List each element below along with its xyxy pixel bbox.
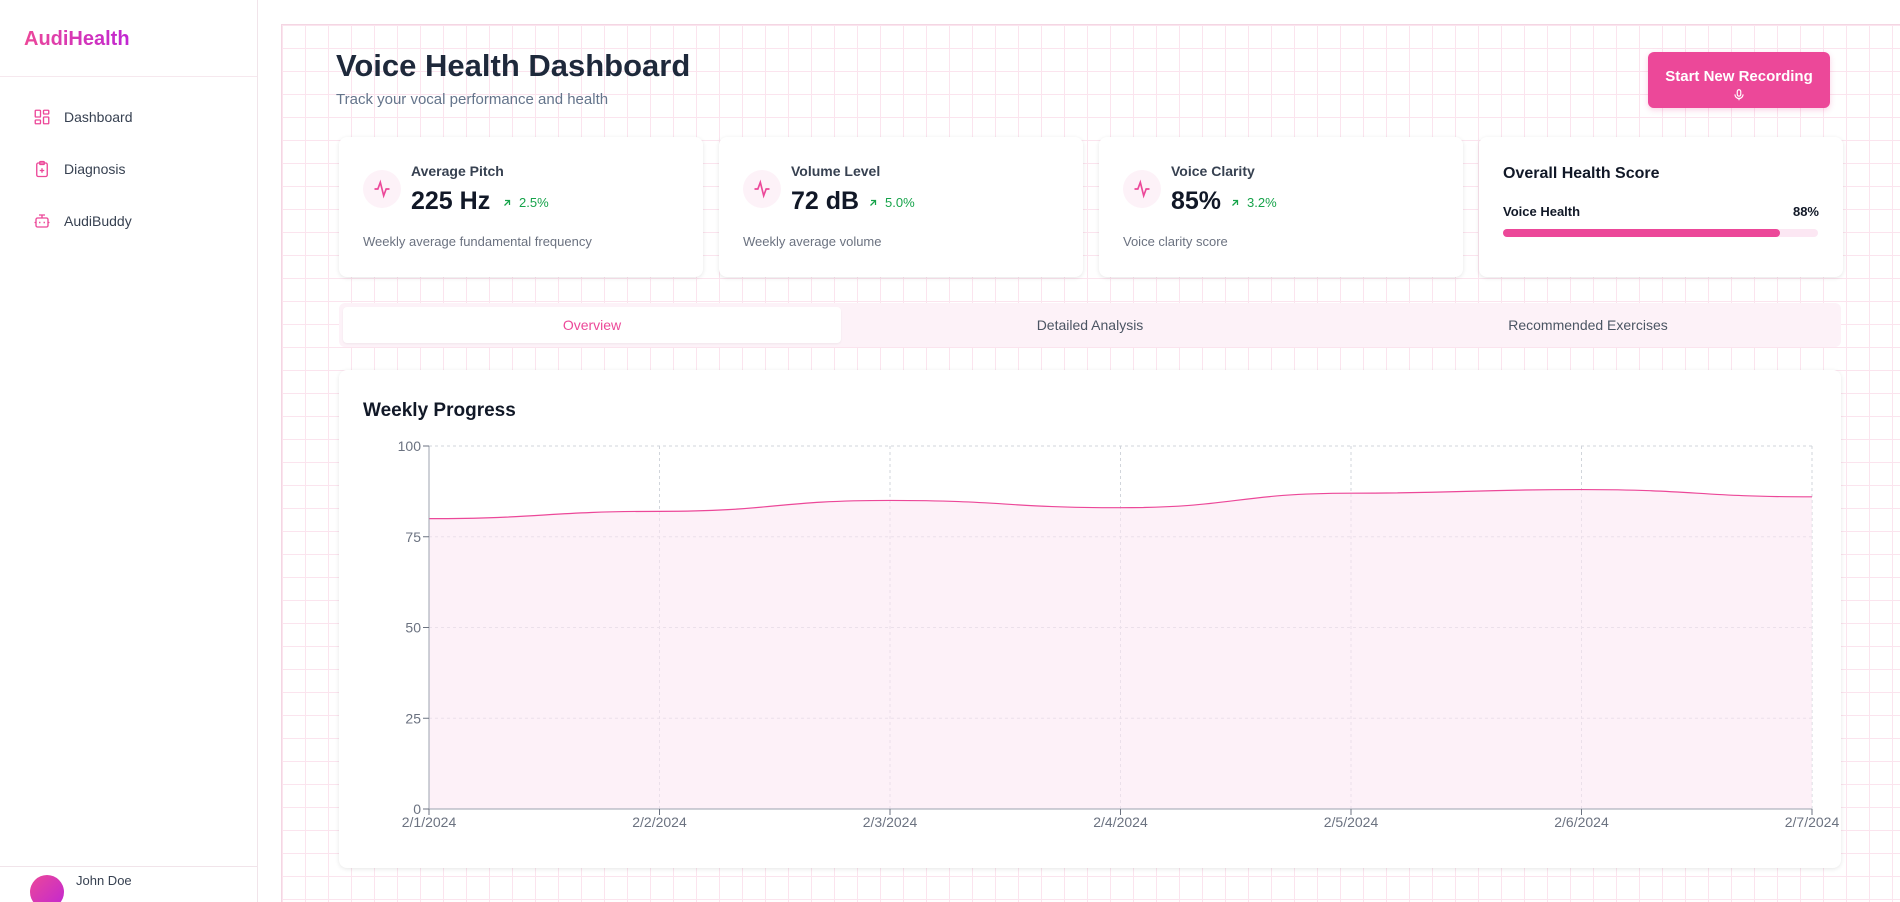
bot-icon — [33, 212, 51, 230]
start-recording-label: Start New Recording — [1665, 68, 1813, 85]
health-percent: 88% — [1792, 204, 1819, 219]
stat-description: Weekly average volume — [743, 234, 882, 249]
x-tick-label: 2/1/2024 — [402, 814, 457, 830]
sidebar-item-label: Diagnosis — [64, 161, 126, 177]
stat-label: Voice Clarity — [1171, 163, 1255, 179]
tab-overview[interactable]: Overview — [343, 307, 841, 343]
y-tick-label: 100 — [398, 438, 422, 454]
stat-label: Average Pitch — [411, 163, 504, 179]
y-tick-label: 75 — [405, 529, 421, 545]
sidebar-item-dashboard[interactable]: Dashboard — [0, 91, 257, 143]
dashboard-grid-icon — [33, 108, 51, 126]
activity-icon — [363, 170, 401, 208]
clipboard-plus-icon — [33, 160, 51, 178]
x-tick-label: 2/5/2024 — [1324, 814, 1379, 830]
tab-bar: Overview Detailed Analysis Recommended E… — [339, 303, 1841, 347]
trend-up-icon — [870, 199, 877, 206]
stat-label: Volume Level — [791, 163, 881, 179]
mic-icon — [1734, 89, 1744, 101]
start-recording-button[interactable]: Start New Recording — [1648, 52, 1830, 108]
sidebar-item-label: AudiBuddy — [64, 213, 132, 229]
stat-change-value: 2.5% — [519, 195, 549, 210]
stat-value: 225 Hz — [411, 187, 491, 215]
stat-card-volume: Volume Level 72 dB 5.0% Weekly average v… — [719, 137, 1083, 277]
x-tick-label: 2/6/2024 — [1554, 814, 1609, 830]
stat-change-value: 5.0% — [885, 195, 915, 210]
sidebar-item-label: Dashboard — [64, 109, 133, 125]
user-name: John Doe — [76, 873, 132, 888]
x-tick-label: 2/3/2024 — [863, 814, 918, 830]
x-tick-label: 2/2/2024 — [632, 814, 687, 830]
sidebar-item-audibuddy[interactable]: AudiBuddy — [0, 195, 257, 247]
x-tick-label: 2/7/2024 — [1785, 814, 1840, 830]
brand-name: AudiHealth — [24, 28, 130, 50]
avatar[interactable] — [30, 875, 64, 902]
trend-up-icon — [1232, 199, 1239, 206]
brand-logo[interactable]: AudiHealth — [0, 0, 257, 77]
stat-change: 5.0% — [867, 195, 915, 210]
sidebar-item-diagnosis[interactable]: Diagnosis — [0, 143, 257, 195]
stat-value: 72 dB — [791, 187, 860, 215]
y-tick-label: 25 — [405, 710, 421, 726]
activity-icon — [743, 170, 781, 208]
page-title: Voice Health Dashboard — [336, 48, 691, 83]
health-progress-track — [1503, 229, 1818, 237]
stat-description: Weekly average fundamental frequency — [363, 234, 592, 249]
health-progress-fill — [1503, 229, 1781, 237]
y-tick-label: 50 — [405, 620, 421, 636]
sidebar-nav: Dashboard Diagnosis AudiBuddy — [0, 77, 257, 247]
stat-card-pitch: Average Pitch 225 Hz 2.5% Weekly average… — [339, 137, 703, 277]
sidebar-user[interactable]: John Doe — [0, 866, 258, 902]
health-score-card: Overall Health Score Voice Health 88% — [1479, 137, 1843, 277]
stat-value: 85% — [1171, 187, 1222, 215]
stat-change: 2.5% — [501, 195, 549, 210]
page-subtitle: Track your vocal performance and health — [336, 91, 609, 108]
stat-description: Voice clarity score — [1123, 234, 1228, 249]
tab-recommended-exercises[interactable]: Recommended Exercises — [1339, 307, 1837, 343]
weekly-progress-card: Weekly Progress 0 25 50 75 100 2/1/2024 2/2/20… — [339, 370, 1841, 868]
sidebar: AudiHealth Dashboard Diagnosis AudiBuddy… — [0, 0, 258, 902]
health-label: Voice Health — [1503, 204, 1581, 219]
x-tick-label: 2/4/2024 — [1093, 814, 1148, 830]
area-fill — [429, 489, 1812, 809]
activity-icon — [1123, 170, 1161, 208]
trend-up-icon — [504, 199, 511, 206]
stat-change: 3.2% — [1229, 195, 1277, 210]
weekly-progress-chart: 02550751002/1/2024 2/2/2024 2/3/2024 2/4/20… — [398, 438, 1840, 830]
tab-detailed-analysis[interactable]: Detailed Analysis — [841, 307, 1339, 343]
stat-change-value: 3.2% — [1247, 195, 1277, 210]
stat-card-clarity: Voice Clarity 85% 3.2% Voice clarity sco… — [1099, 137, 1463, 277]
health-score-title: Overall Health Score — [1503, 165, 1660, 182]
